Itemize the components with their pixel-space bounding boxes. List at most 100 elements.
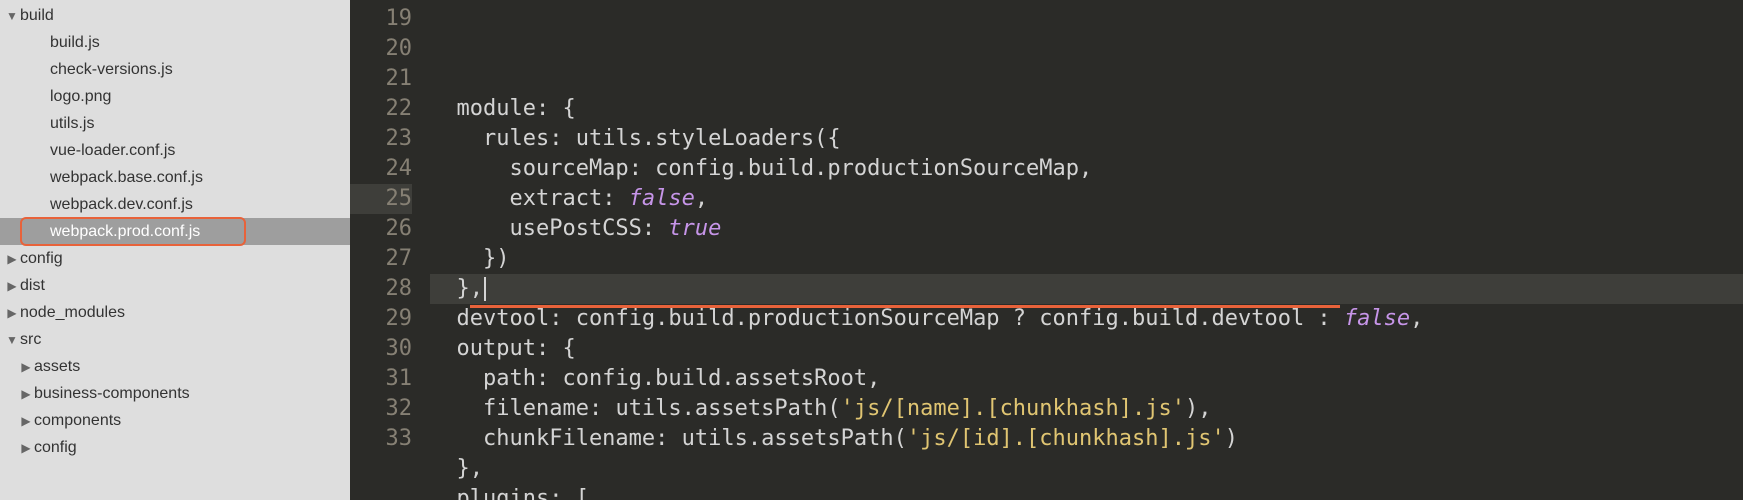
folder-item[interactable]: ▶assets xyxy=(0,353,350,380)
code-token: }, xyxy=(430,456,483,481)
triangle-right-icon[interactable]: ▶ xyxy=(20,441,32,455)
code-line[interactable]: path: config.build.assetsRoot, xyxy=(430,364,1743,394)
code-token: 'js/[name].[chunkhash].js' xyxy=(841,396,1185,421)
tree-item-label: src xyxy=(20,331,41,349)
code-token: ) xyxy=(1225,426,1238,451)
code-line[interactable]: }) xyxy=(430,244,1743,274)
line-number: 24 xyxy=(350,154,412,184)
highlight-underline xyxy=(470,305,1340,308)
tree-item-label: dist xyxy=(20,277,45,295)
triangle-right-icon[interactable]: ▶ xyxy=(20,360,32,374)
code-token: devtool xyxy=(430,306,549,331)
line-number: 33 xyxy=(350,424,412,454)
code-line[interactable]: rules: utils.styleLoaders({ xyxy=(430,124,1743,154)
code-line[interactable]: }, xyxy=(430,454,1743,484)
code-content[interactable]: module: { rules: utils.styleLoaders({ so… xyxy=(430,0,1743,500)
line-number: 30 xyxy=(350,334,412,364)
file-item[interactable]: webpack.base.conf.js xyxy=(0,164,350,191)
folder-item[interactable]: ▼build xyxy=(0,2,350,29)
triangle-right-icon[interactable]: ▶ xyxy=(6,279,18,293)
tree-item-label: check-versions.js xyxy=(50,61,173,79)
code-line[interactable]: output: { xyxy=(430,334,1743,364)
triangle-right-icon[interactable]: ▶ xyxy=(20,387,32,401)
code-token: true xyxy=(668,216,721,241)
code-token: : [ xyxy=(549,486,589,500)
code-token: 'js/[id].[chunkhash].js' xyxy=(907,426,1225,451)
tree-item-label: build xyxy=(20,7,54,25)
file-item[interactable]: check-versions.js xyxy=(0,56,350,83)
code-token: usePostCSS xyxy=(430,216,642,241)
code-token: plugins xyxy=(430,486,549,500)
file-item[interactable]: webpack.prod.conf.js xyxy=(0,218,350,245)
folder-item[interactable]: ▶node_modules xyxy=(0,299,350,326)
line-number: 25 xyxy=(350,184,412,214)
code-token: false xyxy=(629,186,695,211)
code-token: : utils.styleLoaders({ xyxy=(549,126,840,151)
code-line[interactable]: }, xyxy=(430,274,1743,304)
tree-item-label: build.js xyxy=(50,34,100,52)
tree-item-label: business-components xyxy=(34,385,190,403)
file-item[interactable]: utils.js xyxy=(0,110,350,137)
code-token: chunkFilename xyxy=(430,426,655,451)
folder-item[interactable]: ▼src xyxy=(0,326,350,353)
code-token: output xyxy=(430,336,536,361)
code-token: : { xyxy=(536,96,576,121)
code-line[interactable]: sourceMap: config.build.productionSource… xyxy=(430,154,1743,184)
folder-item[interactable]: ▶config xyxy=(0,245,350,272)
line-number-gutter: 192021222324252627282930313233 xyxy=(350,0,430,500)
folder-item[interactable]: ▶components xyxy=(0,407,350,434)
line-number: 27 xyxy=(350,244,412,274)
triangle-right-icon[interactable]: ▶ xyxy=(6,252,18,266)
code-token: : xyxy=(642,216,669,241)
code-line[interactable]: usePostCSS: true xyxy=(430,214,1743,244)
folder-item[interactable]: ▶business-components xyxy=(0,380,350,407)
line-number: 21 xyxy=(350,64,412,94)
code-token: module xyxy=(430,96,536,121)
code-token: filename xyxy=(430,396,589,421)
line-number: 28 xyxy=(350,274,412,304)
tree-item-label: components xyxy=(34,412,121,430)
code-editor[interactable]: 192021222324252627282930313233 module: {… xyxy=(350,0,1743,500)
tree-item-label: config xyxy=(34,439,77,457)
code-line[interactable]: extract: false, xyxy=(430,184,1743,214)
code-line[interactable]: devtool: config.build.productionSourceMa… xyxy=(430,304,1743,334)
folder-item[interactable]: ▶dist xyxy=(0,272,350,299)
line-number: 23 xyxy=(350,124,412,154)
code-token: path xyxy=(430,366,536,391)
code-token: , xyxy=(1410,306,1423,331)
line-number: 20 xyxy=(350,34,412,64)
line-number: 29 xyxy=(350,304,412,334)
code-line[interactable]: filename: utils.assetsPath('js/[name].[c… xyxy=(430,394,1743,424)
code-line[interactable]: chunkFilename: utils.assetsPath('js/[id]… xyxy=(430,424,1743,454)
tree-item-label: config xyxy=(20,250,63,268)
file-item[interactable]: logo.png xyxy=(0,83,350,110)
folder-item[interactable]: ▶config xyxy=(0,434,350,461)
code-token: : xyxy=(602,186,629,211)
file-tree-sidebar[interactable]: ▼buildbuild.jscheck-versions.jslogo.pngu… xyxy=(0,0,350,500)
tree-item-label: webpack.dev.conf.js xyxy=(50,196,193,214)
triangle-down-icon[interactable]: ▼ xyxy=(6,333,18,347)
file-item[interactable]: webpack.dev.conf.js xyxy=(0,191,350,218)
code-line[interactable]: plugins: [ xyxy=(430,484,1743,500)
triangle-right-icon[interactable]: ▶ xyxy=(6,306,18,320)
line-number: 32 xyxy=(350,394,412,424)
code-token: sourceMap xyxy=(430,156,629,181)
code-token: extract xyxy=(430,186,602,211)
code-token: : utils.assetsPath( xyxy=(655,426,907,451)
file-item[interactable]: vue-loader.conf.js xyxy=(0,137,350,164)
tree-item-label: assets xyxy=(34,358,80,376)
code-token: : config.build.productionSourceMap ? con… xyxy=(549,306,1344,331)
tree-item-label: vue-loader.conf.js xyxy=(50,142,175,160)
file-item[interactable]: build.js xyxy=(0,29,350,56)
text-cursor xyxy=(484,277,486,301)
code-token: rules xyxy=(430,126,549,151)
code-token: }, xyxy=(430,276,483,301)
code-token: false xyxy=(1344,306,1410,331)
triangle-down-icon[interactable]: ▼ xyxy=(6,9,18,23)
triangle-right-icon[interactable]: ▶ xyxy=(20,414,32,428)
code-token: ), xyxy=(1185,396,1212,421)
code-token: , xyxy=(695,186,708,211)
code-line[interactable]: module: { xyxy=(430,94,1743,124)
tree-item-label: logo.png xyxy=(50,88,111,106)
code-token: : config.build.assetsRoot, xyxy=(536,366,880,391)
